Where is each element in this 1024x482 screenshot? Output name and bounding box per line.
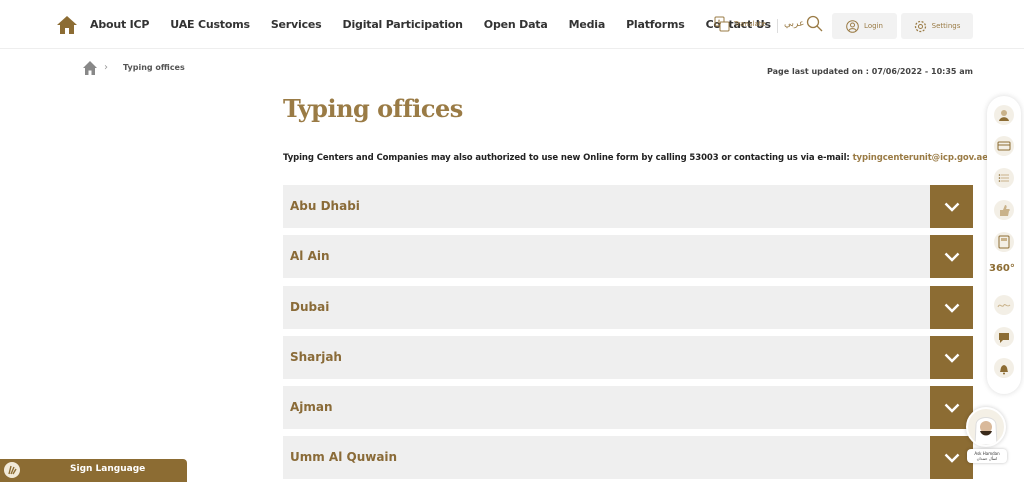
bell-icon[interactable]: [994, 358, 1014, 378]
accordion-label: Al Ain: [290, 249, 330, 263]
ask-hamdan-icon[interactable]: [994, 105, 1014, 125]
user-icon: [846, 19, 859, 33]
accordion-label: Ajman: [290, 400, 333, 414]
page-title: Typing offices: [283, 94, 463, 123]
search-icon[interactable]: [806, 15, 823, 32]
nav-open-data[interactable]: Open Data: [484, 18, 548, 31]
accordion-item-dubai[interactable]: Dubai: [283, 286, 973, 329]
signature-icon[interactable]: [994, 295, 1014, 315]
translate-button[interactable]: A Translate: [714, 16, 766, 32]
rating-icon[interactable]: [994, 200, 1014, 220]
nav-services[interactable]: Services: [271, 18, 322, 31]
gear-icon: [914, 20, 926, 32]
accordion-label: Sharjah: [290, 350, 342, 364]
calculator-icon[interactable]: [994, 232, 1014, 252]
breadcrumb-current: Typing offices: [123, 63, 185, 72]
accordion-item-umm-al-quwain[interactable]: Umm Al Quwain: [283, 436, 973, 479]
chat-icon[interactable]: [994, 327, 1014, 347]
chevron-down-icon: [944, 252, 959, 262]
expand-button[interactable]: [930, 235, 973, 278]
expand-button[interactable]: [930, 286, 973, 329]
intro-text: Typing Centers and Companies may also au…: [283, 153, 988, 163]
side-toolbar: 360°: [987, 96, 1021, 394]
chevron-down-icon: [944, 403, 959, 413]
last-updated-text: Page last updated on : 07/06/2022 - 10:3…: [766, 67, 973, 76]
breadcrumb-separator-icon: ›: [104, 62, 108, 73]
chevron-down-icon: [944, 303, 959, 313]
expand-button[interactable]: [930, 336, 973, 379]
translate-icon: A: [714, 16, 730, 32]
settings-button[interactable]: Settings: [901, 13, 973, 39]
translate-label: Translate: [734, 20, 766, 28]
sign-language-icon: [4, 462, 20, 478]
nav-media[interactable]: Media: [569, 18, 606, 31]
chevron-down-icon: [944, 453, 959, 463]
main-nav: About ICP UAE Customs Services Digital P…: [90, 18, 792, 31]
accordion-label: Abu Dhabi: [290, 199, 360, 213]
header: About ICP UAE Customs Services Digital P…: [0, 0, 1024, 49]
chatbot-avatar[interactable]: [966, 407, 1006, 447]
accordion-item-abu-dhabi[interactable]: Abu Dhabi: [283, 185, 973, 228]
breadcrumb-home-icon[interactable]: [82, 60, 98, 76]
sign-language-label: Sign Language: [70, 464, 146, 474]
login-label: Login: [864, 22, 883, 30]
sign-language-button[interactable]: Sign Language: [0, 459, 187, 482]
accordion-label: Umm Al Quwain: [290, 450, 398, 464]
expand-button[interactable]: [930, 185, 973, 228]
accordion-item-ajman[interactable]: Ajman: [283, 386, 973, 429]
chevron-down-icon: [944, 353, 959, 363]
card-icon[interactable]: [994, 136, 1014, 156]
home-icon[interactable]: [56, 14, 78, 36]
accordion-item-al-ain[interactable]: Al Ain: [283, 235, 973, 278]
intro-text-body: Typing Centers and Companies may also au…: [283, 153, 853, 163]
list-icon[interactable]: [994, 168, 1014, 188]
nav-platforms[interactable]: Platforms: [626, 18, 685, 31]
arabic-language-link[interactable]: عربي: [777, 19, 804, 33]
accordion-label: Dubai: [290, 300, 330, 314]
view-360-icon[interactable]: 360°: [989, 263, 1015, 274]
email-link[interactable]: typingcenterunit@icp.gov.ae: [853, 153, 988, 163]
accordion-item-sharjah[interactable]: Sharjah: [283, 336, 973, 379]
chatbot-label[interactable]: Ask Hamdan اسأل حمدان: [967, 449, 1007, 463]
settings-label: Settings: [931, 22, 961, 30]
chatbot-label-ar: اسأل حمدان: [976, 456, 998, 461]
nav-uae-customs[interactable]: UAE Customs: [170, 18, 250, 31]
chevron-down-icon: [944, 202, 959, 212]
login-button[interactable]: Login: [832, 13, 897, 39]
nav-digital-participation[interactable]: Digital Participation: [343, 18, 463, 31]
nav-about-icp[interactable]: About ICP: [90, 18, 149, 31]
